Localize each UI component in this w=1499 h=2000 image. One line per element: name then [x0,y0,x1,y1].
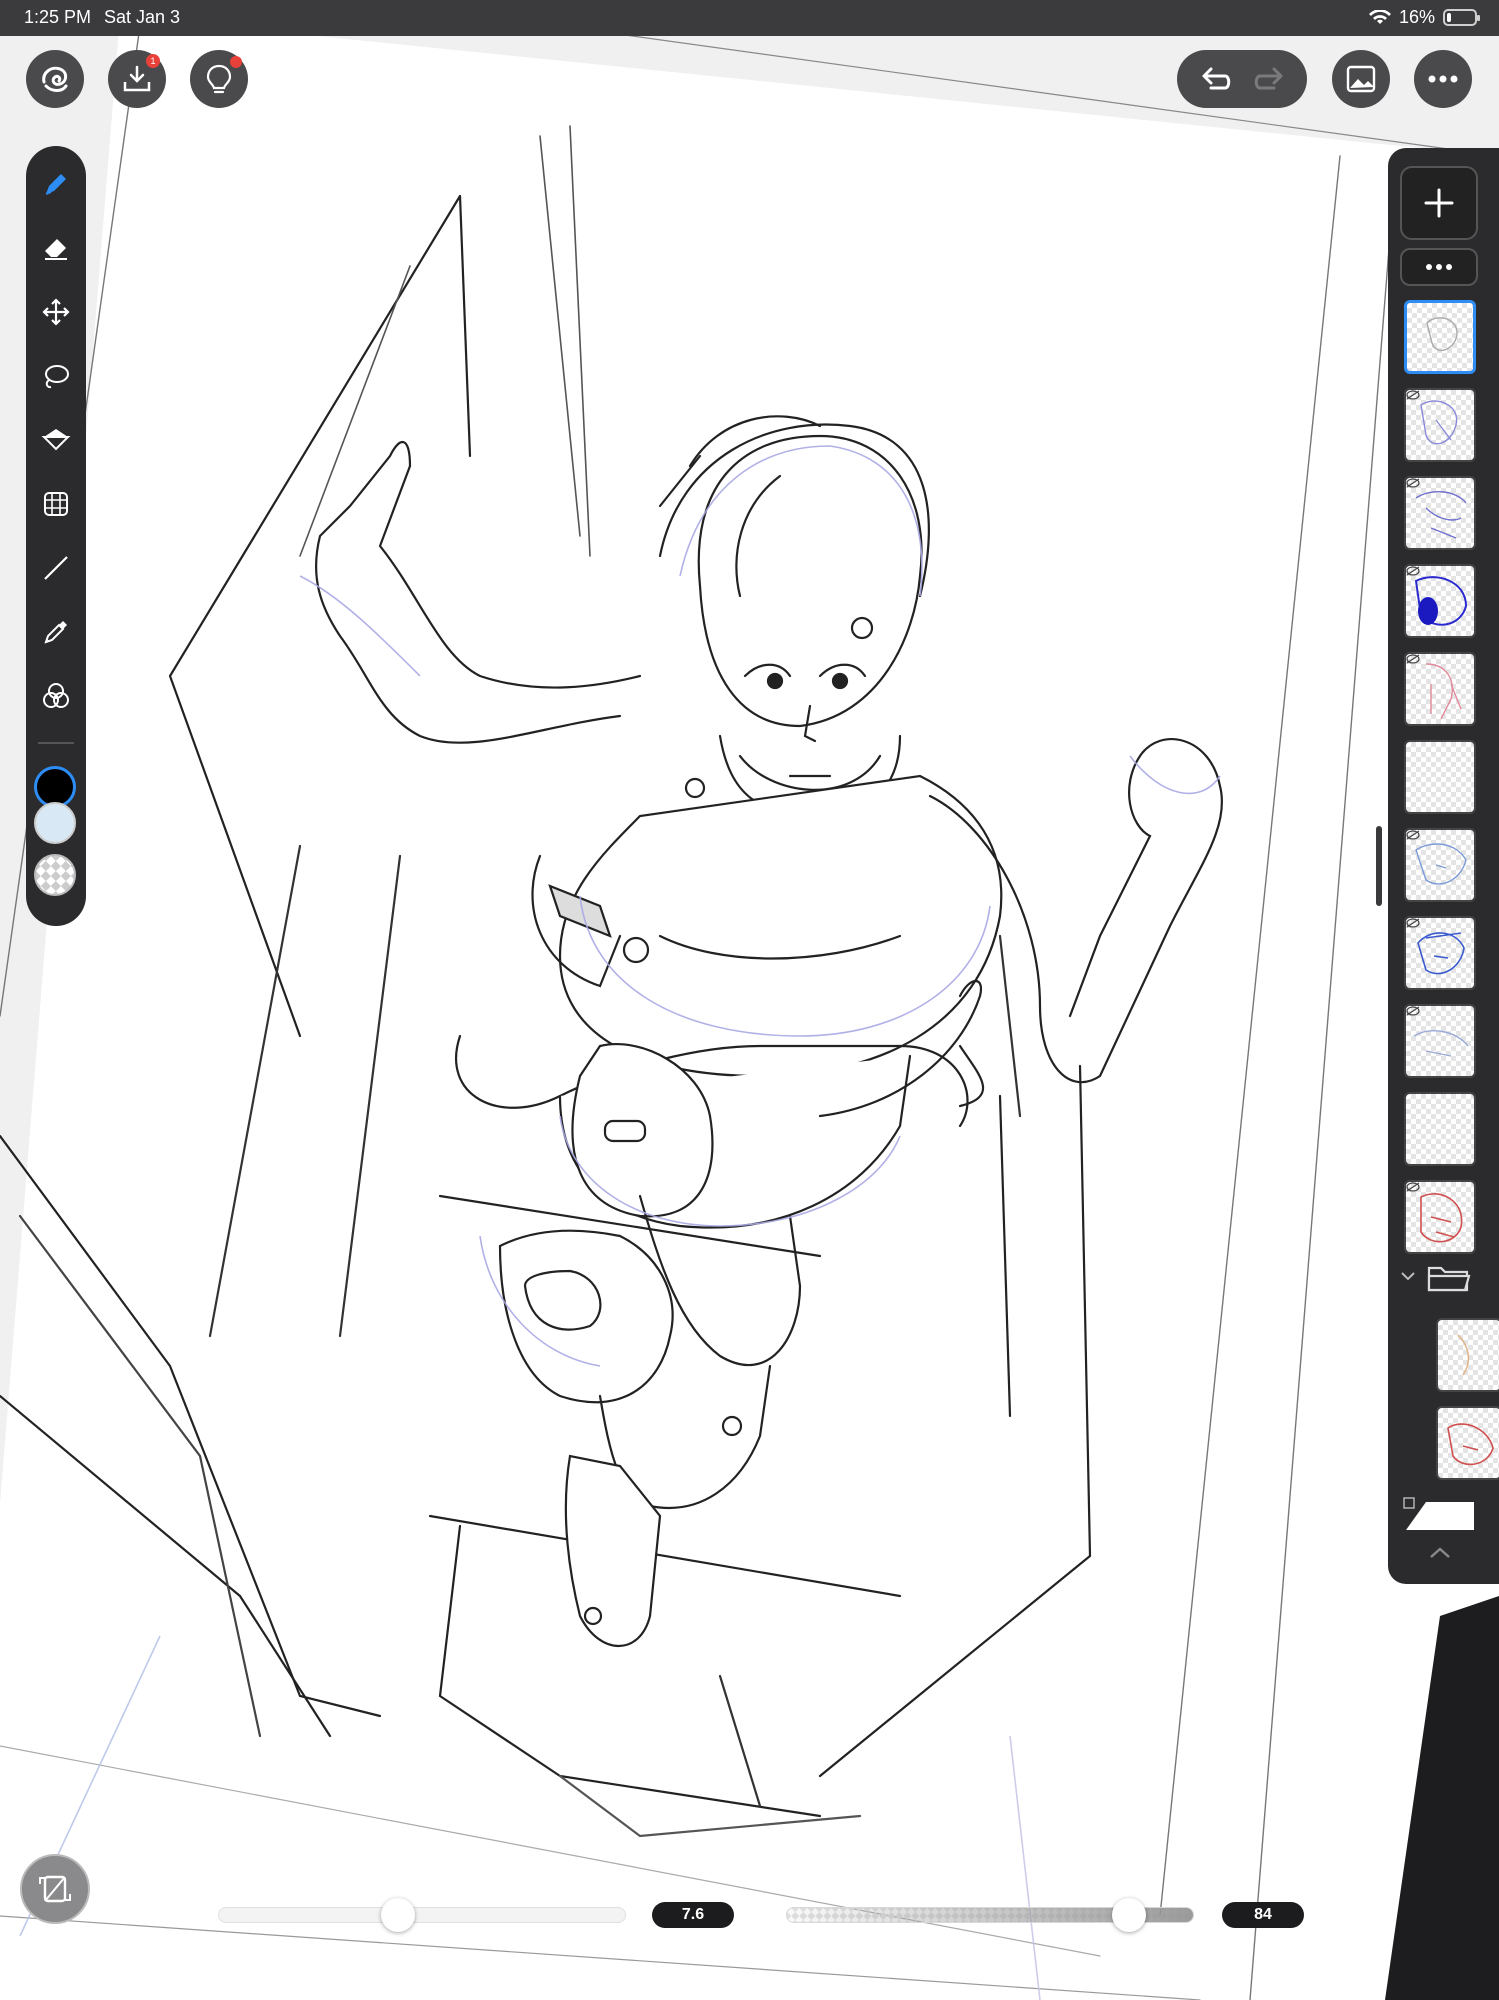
layer-thumbnail[interactable] [1404,1092,1476,1166]
ellipsis-icon [1428,75,1458,83]
transform-grid-tool[interactable] [36,484,76,524]
fill-bucket-icon [41,429,71,451]
layer-thumbnail[interactable] [1404,916,1476,990]
hidden-eye-icon [1406,566,1420,576]
spiral-logo-icon [42,66,68,92]
pen-icon [45,174,66,195]
reference-image-button[interactable] [1332,50,1390,108]
eyedropper-tool[interactable] [36,612,76,652]
sketch-artwork[interactable] [0,36,1499,2000]
add-layer-button[interactable] [1400,166,1478,240]
plus-icon [1424,188,1454,218]
layer-thumbnail[interactable] [1404,1180,1476,1254]
battery-percent: 16% [1398,7,1435,27]
folder-icon[interactable] [1426,1262,1472,1294]
procreate-screen: 1:25 PM Sat Jan 3 16% 1 7.6 84 [0,0,1499,2000]
ellipsis-icon [1426,264,1452,270]
import-button[interactable]: 1 [108,50,166,108]
grid-transform-icon [44,492,68,516]
transparent-color-swatch[interactable] [34,854,76,896]
more-options-button[interactable] [1414,50,1472,108]
layer-thumbnail[interactable] [1404,1004,1476,1078]
left-toolbar [26,146,86,926]
opacity-value: 84 [1222,1902,1304,1928]
hidden-eye-icon [1406,1006,1420,1016]
undo-icon[interactable] [1197,64,1233,94]
group-layer-thumbnail[interactable] [1436,1318,1499,1392]
secondary-color-swatch[interactable] [34,802,76,844]
move-tool[interactable] [36,292,76,332]
layer-shape-icon[interactable] [1402,1496,1478,1536]
hidden-eye-icon [1406,478,1420,488]
drawing-canvas[interactable] [0,36,1499,2000]
color-circles-icon [43,683,69,708]
layer-thumbnail[interactable] [1404,564,1476,638]
battery-fill [1447,13,1451,22]
chevron-up-icon[interactable] [1428,1546,1452,1560]
group-layer-thumbnail[interactable] [1436,1406,1499,1480]
eraser-icon [45,239,67,260]
lasso-tool[interactable] [36,356,76,396]
brush-size-value: 7.6 [652,1902,734,1928]
quick-menu-button[interactable] [20,1854,90,1924]
opacity-slider-knob[interactable] [1111,1898,1146,1932]
hidden-eye-icon [1406,390,1420,400]
status-time: 1:25 PM [24,7,92,27]
layer-options-button[interactable] [1400,248,1478,286]
brush-size-slider-knob[interactable] [380,1898,415,1932]
hidden-eye-icon [1406,918,1420,928]
layer-thumbnail[interactable] [1404,828,1476,902]
undo-redo-group [1177,50,1307,108]
layers-panel [1388,148,1499,1584]
line-icon [44,556,68,580]
move-arrows-icon [42,298,70,326]
layer-thumbnail[interactable] [1404,388,1476,462]
layer-thumbnail[interactable] [1404,476,1476,550]
hidden-eye-icon [1406,654,1420,664]
status-bar: 1:25 PM Sat Jan 3 16% [0,0,1499,36]
color-blend-tool[interactable] [36,676,76,716]
lightbulb-icon [206,64,232,94]
layer-thumbnail[interactable] [1404,652,1476,726]
tips-notification-dot [230,56,242,68]
battery-icon [1443,9,1480,26]
pen-tool[interactable] [36,164,76,204]
layer-thumbnail[interactable] [1404,740,1476,814]
status-date: Sat Jan 3 [104,7,181,27]
redo-icon[interactable] [1252,64,1288,94]
hidden-eye-icon [1406,1182,1420,1192]
eyedropper-icon [44,621,67,644]
chevron-down-icon[interactable] [1400,1270,1416,1282]
flip-canvas-icon [39,1875,71,1903]
layer-thumbnail[interactable] [1404,300,1476,374]
import-badge: 1 [146,54,160,68]
gallery-button[interactable] [26,50,84,108]
status-right: 16% [1368,7,1480,28]
tips-button[interactable] [190,50,248,108]
layers-panel-handle[interactable] [1376,826,1382,906]
hidden-eye-icon [1406,830,1420,840]
wifi-icon [1368,9,1391,24]
brush-size-slider[interactable] [218,1907,626,1923]
eraser-tool[interactable] [36,228,76,268]
line-tool[interactable] [36,548,76,588]
lasso-icon [45,365,69,389]
toolbar-divider [38,742,74,744]
image-icon [1346,65,1376,93]
fill-tool[interactable] [36,420,76,460]
